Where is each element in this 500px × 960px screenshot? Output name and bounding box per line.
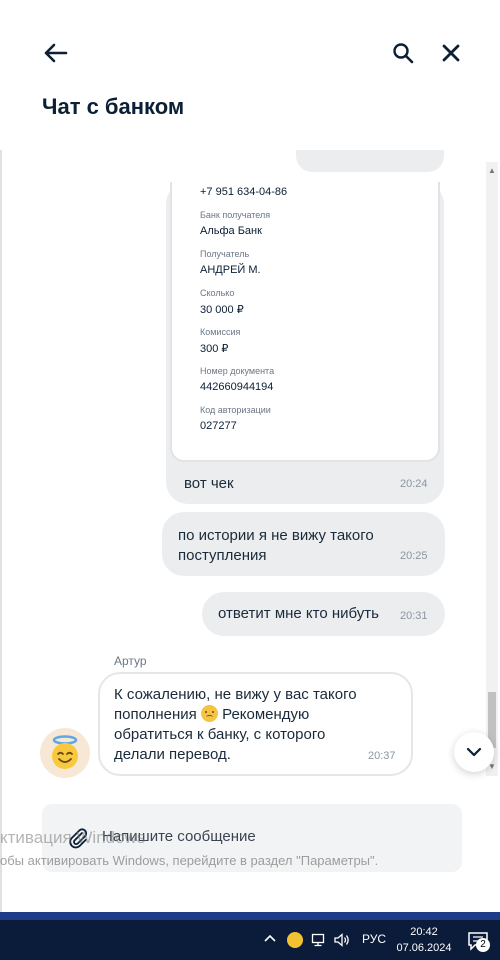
- message-time: 20:31: [400, 610, 428, 622]
- message-time: 20:25: [400, 550, 428, 562]
- volume-icon[interactable]: [333, 932, 351, 948]
- outgoing-message[interactable]: ответит мне кто нибуть 20:31: [202, 592, 445, 636]
- receipt-phone: +7 951 634-04-86: [200, 186, 288, 198]
- receipt-message[interactable]: +7 951 634-04-86 Банк получателя Альфа Б…: [166, 182, 444, 504]
- notification-count-badge: 2: [476, 938, 490, 952]
- receipt-field: Банк получателя Альфа Банк: [200, 210, 271, 237]
- receipt-field: Код авторизации 027277: [200, 405, 271, 432]
- activation-watermark-title: ктивация Windows: [0, 828, 146, 847]
- scrollbar[interactable]: ▲ ▼: [486, 162, 498, 776]
- chevron-down-icon: [466, 747, 482, 757]
- back-button[interactable]: [40, 38, 70, 68]
- scroll-up-arrow-icon[interactable]: ▲: [486, 166, 498, 176]
- message-input[interactable]: [102, 828, 442, 845]
- message-text: ответит мне кто нибуть: [218, 605, 379, 622]
- close-button[interactable]: [436, 38, 466, 68]
- clock-date: 07.06.2024: [396, 942, 452, 954]
- message-text: вот чек: [184, 475, 234, 492]
- incoming-message[interactable]: К сожалению, не вижу у вас такого пополн…: [98, 672, 413, 776]
- receipt-field: Сколько 30 000 ₽: [200, 288, 244, 316]
- taskbar-clock[interactable]: 20:42 07.06.2024: [396, 924, 452, 956]
- sender-name: Артур: [114, 654, 147, 668]
- chevron-up-icon[interactable]: [262, 930, 278, 946]
- message-text: К сожалению, не вижу у вас такого пополн…: [114, 686, 357, 763]
- arrow-left-icon: [44, 43, 68, 63]
- chat-screen: { "header": { "title": "Чат с банком" },…: [0, 0, 500, 960]
- angel-face-icon: [52, 735, 78, 769]
- search-button[interactable]: [388, 38, 418, 68]
- receipt-field: Комиссия 300 ₽: [200, 327, 241, 355]
- receipt-field: Получатель АНДРЕЙ М.: [200, 249, 261, 276]
- chat-header: Чат с банком: [0, 0, 500, 150]
- previous-message-bubble: [296, 150, 444, 172]
- activation-watermark-text: обы активировать Windows, перейдите в ра…: [0, 853, 379, 868]
- sad-face-icon: [200, 705, 218, 722]
- language-indicator[interactable]: РУС: [362, 932, 386, 946]
- network-icon[interactable]: [311, 932, 327, 948]
- receipt-field: Номер документа 442660944194: [200, 366, 275, 393]
- message-time: 20:37: [368, 750, 396, 762]
- security-tray-icon[interactable]: [287, 932, 303, 948]
- page-title: Чат с банком: [42, 94, 185, 119]
- close-icon: [442, 44, 460, 62]
- clock-time: 20:42: [410, 926, 438, 938]
- outgoing-message[interactable]: по истории я не вижу такого поступления …: [162, 512, 445, 576]
- search-icon: [393, 43, 414, 64]
- message-time: 20:24: [400, 478, 428, 490]
- scroll-to-bottom-button[interactable]: [454, 732, 494, 772]
- taskbar-border: [0, 912, 500, 920]
- message-text: по истории я не вижу такого поступления: [178, 527, 374, 564]
- avatar: [40, 728, 90, 778]
- taskbar: РУС 20:42 07.06.2024 2: [0, 920, 500, 960]
- receipt-image[interactable]: +7 951 634-04-86 Банк получателя Альфа Б…: [170, 182, 440, 462]
